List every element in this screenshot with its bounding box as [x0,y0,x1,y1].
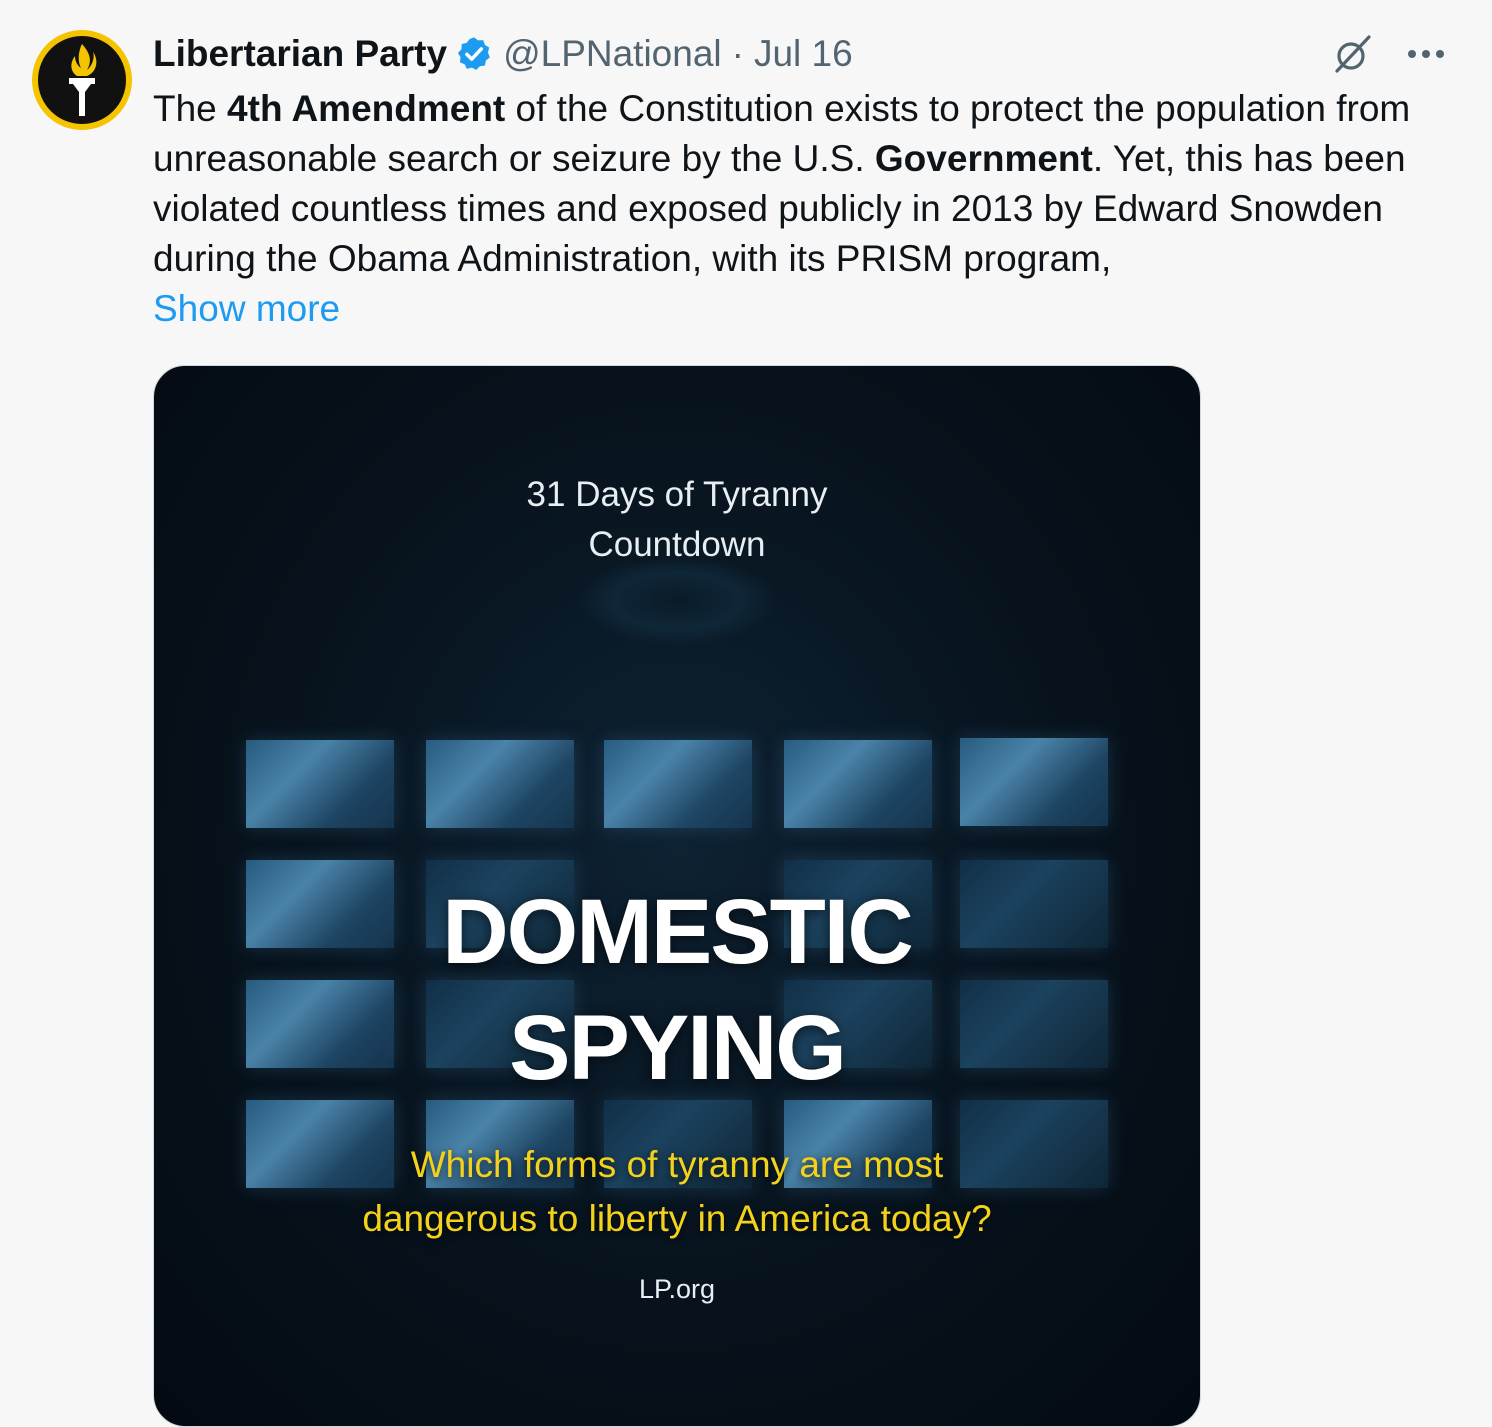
text-part: The [153,88,228,129]
image-site-url: LP.org [638,1274,716,1304]
headline-line: SPYING [509,997,847,1099]
header-actions [1330,32,1448,76]
bold-text-amendment: 4th Amendment [227,88,506,129]
question-line: dangerous to liberty in America today? [362,1198,992,1239]
author-handle[interactable]: @LPNational [503,33,722,75]
tweet: Libertarian Party @LPNational · Jul 16 T [0,0,1492,1427]
headline-line: DOMESTIC [442,881,914,983]
tweet-header: Libertarian Party @LPNational · Jul 16 [153,28,853,80]
avatar-inner [38,36,126,124]
image-title: 31 Days of Tyranny Countdown [154,470,1200,570]
monitor-screen [604,740,752,828]
separator-dot: · [731,33,744,74]
tweet-image[interactable]: 31 Days of Tyranny Countdown DOMESTIC SP… [153,365,1201,1427]
image-question: Which forms of tyranny are most dangerou… [154,1138,1200,1246]
tweet-text: The 4th Amendment of the Constitution ex… [153,84,1453,284]
show-more-link[interactable]: Show more [153,284,340,334]
more-icon[interactable] [1404,32,1448,76]
image-title-line: 31 Days of Tyranny [526,475,828,514]
monitor-screen [784,740,932,828]
monitor-screen [960,738,1108,826]
avatar[interactable] [32,30,132,130]
verified-badge-icon [455,35,493,73]
author-name[interactable]: Libertarian Party [153,33,447,75]
grok-icon[interactable] [1330,32,1374,76]
monitor-screen [246,740,394,828]
image-headline: DOMESTIC SPYING [154,874,1200,1106]
question-line: Which forms of tyranny are most [410,1144,944,1185]
tweet-date[interactable]: Jul 16 [754,33,853,75]
monitor-screen [426,740,574,828]
eye-graphic [577,556,777,646]
torch-icon [69,44,97,116]
bold-text-government: Government [874,138,1093,179]
